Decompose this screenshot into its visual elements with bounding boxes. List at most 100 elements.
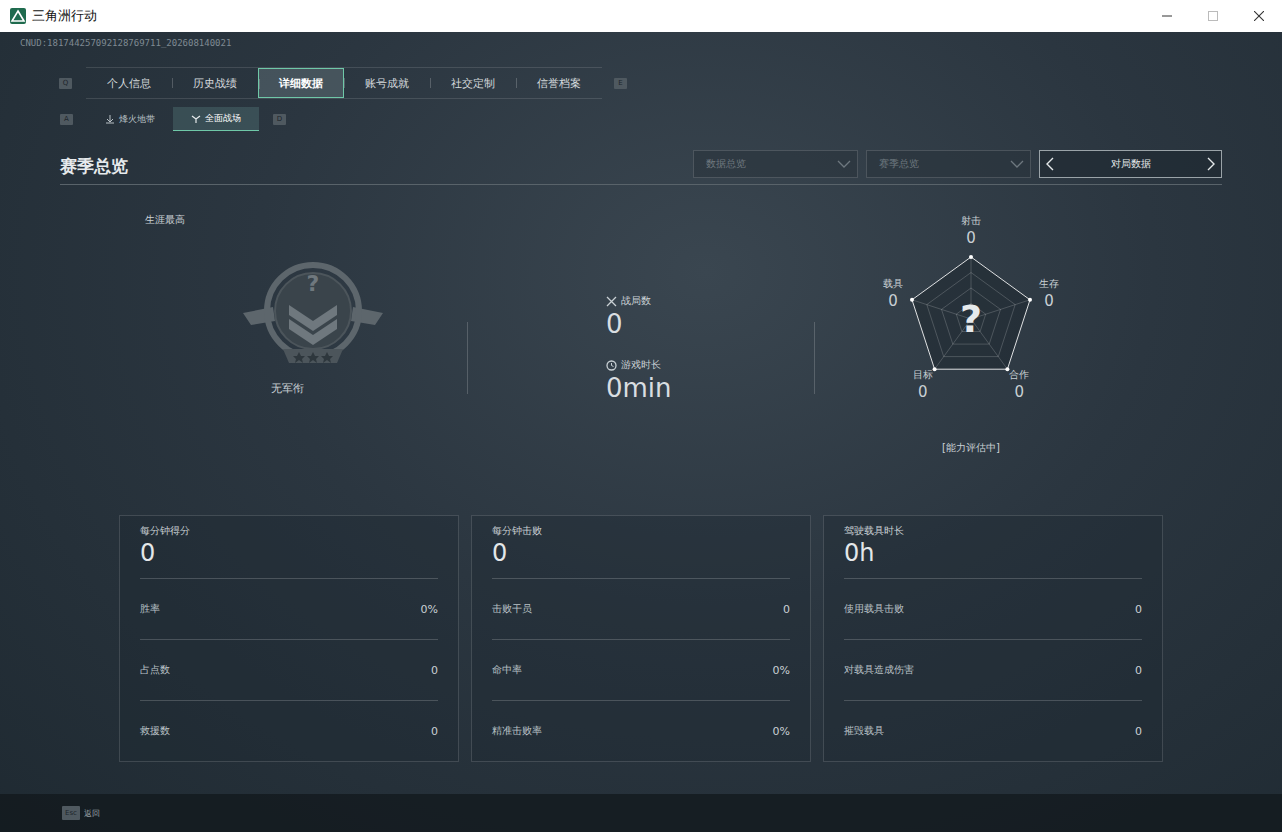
rank-badge: ? [233,271,393,296]
card-row: 使用载具击败 0 [844,578,1142,639]
clock-icon [606,360,617,371]
card-row: 击败干员0 [492,578,790,639]
card-title: 每分钟得分 [140,516,438,538]
rank-title: 无军衔 [119,381,455,396]
row-value: 0% [421,603,438,616]
rank-caption: 生涯最高 [145,213,467,227]
row-label: 使用载具击败 [844,602,904,616]
crossed-swords-icon [606,296,617,307]
radar-axis: 射击0 [961,214,981,248]
row-value: 0 [1135,603,1142,616]
stat-card: 每分钟击败0击败干员0命中率0%精准击败率0% [471,515,811,762]
stat-cards: 每分钟得分0胜率0%占点数0救援数0每分钟击败0击败干员0命中率0%精准击败率0… [119,515,1282,762]
overview-row: 生涯最高?无军衔战局数0游戏时长0min射击0生存0合作0目标0载具0?[能力评… [119,207,1163,497]
next-tab-key[interactable]: E [614,78,627,89]
battlefield-icon [191,114,201,124]
switcher-label: 对局数据 [1111,157,1151,171]
tab[interactable]: 信誉档案 [516,68,602,98]
card-row: 精准击败率0% [492,700,790,761]
prev-mode-key[interactable]: A [60,114,73,125]
summary-column: 战局数0游戏时长0min [467,322,815,394]
card-row: 对载具造成伤害 0 [844,639,1142,700]
row-value: 0 [431,664,438,677]
card-row: 胜率 0% [140,578,438,639]
mode-tab-label: 烽火地带 [119,113,155,126]
filter-dropdown[interactable]: 赛季总览 [866,150,1031,178]
close-button[interactable] [1236,0,1282,32]
close-icon [1254,11,1264,21]
tab[interactable]: 社交定制 [430,68,516,98]
radar-axis: 合作0 [1009,368,1029,402]
axis-value: 0 [883,291,903,311]
radar-column: 射击0生存0合作0目标0载具0?[能力评估中] [815,207,1163,497]
row-value: 0 [1135,664,1142,677]
chevron-down-icon [1010,160,1024,168]
section-header: 赛季总览 数据总览 赛季总览 对局数据 [60,149,1222,185]
axis-value: 0 [961,228,981,248]
title-bar: 三角洲行动 [0,0,1282,32]
arrow-right-icon [1207,157,1215,171]
axis-label: 合作 [1009,368,1029,382]
filter-label: 赛季总览 [879,157,919,171]
tab[interactable]: 个人信息 [86,68,172,98]
zone-icon [105,114,115,124]
arrow-left-icon [1046,157,1054,171]
maximize-icon [1208,11,1218,21]
stat-value: 0min [606,372,814,404]
stat-card: 每分钟得分0胜率0%占点数0救援数0 [119,515,459,762]
data-switcher[interactable]: 对局数据 [1039,150,1222,178]
card-value: 0h [844,538,1142,578]
tab[interactable]: 账号成就 [344,68,430,98]
esc-key[interactable]: Esc [62,806,80,820]
rank-emblem: ? [233,255,393,375]
summary-stats: 战局数0游戏时长0min [468,294,814,404]
minimize-button[interactable] [1144,0,1190,32]
section-title: 赛季总览 [60,149,128,178]
axis-label: 生存 [1039,277,1059,291]
card-value: 0 [492,538,790,578]
row-label: 胜率 [140,602,160,616]
chevron-down-icon [837,160,851,168]
card-value: 0 [140,538,438,578]
stat-card: 驾驶载具时长0h使用载具击败0对载具造成伤害0摧毁载具0 [823,515,1163,762]
filters: 数据总览 赛季总览 对局数据 [693,150,1222,178]
row-value: 0% [773,725,790,738]
row-label: 占点数 [140,663,170,677]
row-value: 0% [773,664,790,677]
row-value: 0 [783,603,790,616]
card-title: 驾驶载具时长 [844,516,1142,538]
mode-tab[interactable]: 全面战场 [173,107,259,131]
radar-status: [能力评估中] [942,441,1000,455]
maximize-button[interactable] [1190,0,1236,32]
row-label: 对载具造成伤害 [844,663,914,677]
stat-value: 0 [606,308,814,340]
row-value: 0 [1135,725,1142,738]
mode-tab[interactable]: 烽火地带 [87,107,173,131]
card-row: 救援数0 [140,700,438,761]
row-label: 救援数 [140,724,170,738]
summary-stat: 战局数0 [606,294,814,340]
filter-dropdown[interactable]: 数据总览 [693,150,858,178]
game-screen: CNUD:181744257092128769711_202608140021 Q… [0,32,1282,832]
rank-column: 生涯最高? 无军衔 [119,207,467,497]
axis-label: 目标 [913,368,933,382]
prev-tab-key[interactable]: Q [59,78,72,89]
back-label[interactable]: 返回 [84,808,100,819]
tab[interactable]: 详细数据 [258,68,344,98]
stat-label: 战局数 [621,294,651,308]
axis-value: 0 [1009,382,1029,402]
user-id: CNUD:181744257092128769711_202608140021 [0,32,1282,49]
axis-value: 0 [1039,291,1059,311]
card-row: 占点数 0 [140,639,438,700]
ability-radar: 射击0生存0合作0目标0载具0? [861,207,1081,437]
tab[interactable]: 历史战绩 [172,68,258,98]
radar-axis: 目标0 [913,368,933,402]
next-mode-key[interactable]: D [273,114,286,125]
radar-axis: 生存0 [1039,277,1059,311]
tabs-row: Q 个人信息历史战绩详细数据账号成就社交定制信誉档案 E [0,67,1282,99]
footer-bar: Esc 返回 [0,794,1282,832]
minimize-icon [1162,11,1172,21]
filter-label: 数据总览 [706,157,746,171]
logo-icon [10,8,26,24]
stat-label-row: 战局数 [606,294,814,308]
